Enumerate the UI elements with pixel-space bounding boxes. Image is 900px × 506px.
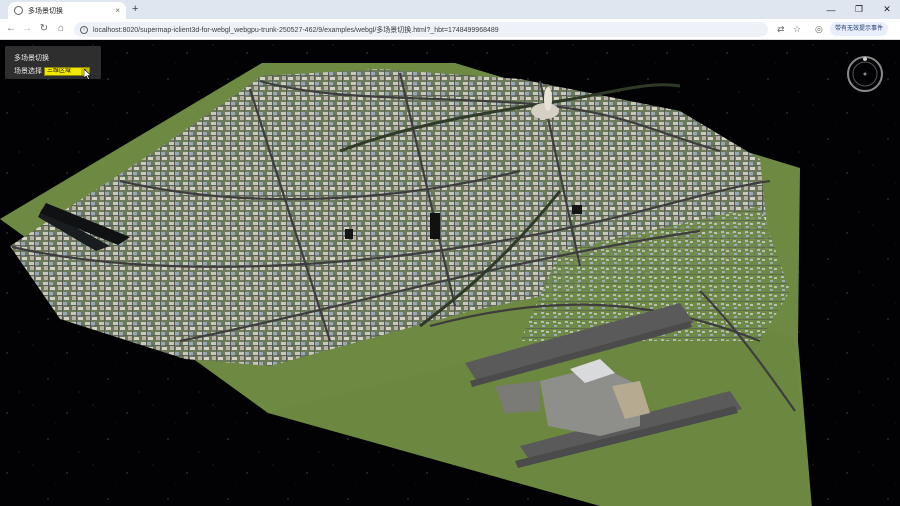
profile-button[interactable]: 带有无效提示事件 (830, 22, 888, 36)
account-icon[interactable]: ◎ (815, 23, 823, 36)
maximize-button[interactable]: ❐ (854, 4, 864, 15)
tab-bar: 多场景切换 × + — ❐ ✕ (0, 0, 900, 19)
reload-icon[interactable]: ↻ (37, 22, 51, 36)
tab-title: 多场景切换 (28, 7, 63, 15)
new-tab-button[interactable]: + (132, 2, 138, 17)
browser-toolbar: ← → ↻ ⌂ i localhost:8020/supermap-iclien… (0, 19, 900, 40)
tab-active[interactable]: 多场景切换 × (8, 2, 126, 19)
globe-icon (14, 6, 23, 15)
scene-select-value: 三维区域 (47, 67, 72, 74)
city-scene[interactable] (0, 41, 900, 506)
panel-title: 多场景切换 (14, 55, 49, 62)
mouse-cursor-icon (84, 69, 92, 80)
scene-select-label: 场景选择 (14, 68, 42, 75)
forward-icon[interactable]: → (20, 22, 34, 36)
back-icon[interactable]: ← (4, 22, 18, 36)
close-tab-icon[interactable]: × (115, 6, 120, 15)
address-bar[interactable]: i localhost:8020/supermap-iclient3d-for-… (74, 22, 768, 37)
window-controls: — ❐ ✕ (826, 0, 892, 19)
map-viewport[interactable]: 多场景切换 场景选择 三维区域 ▾ (0, 41, 900, 506)
construction-site (345, 229, 353, 239)
site-info-icon[interactable]: i (80, 25, 88, 34)
bookmark-star-icon[interactable]: ☆ (793, 23, 801, 36)
construction-site (572, 205, 582, 214)
compass-icon[interactable] (846, 55, 884, 93)
landmark-tower (544, 87, 552, 111)
translate-icon[interactable]: ⇄ (777, 23, 785, 36)
minimize-button[interactable]: — (826, 5, 836, 15)
construction-site (430, 213, 440, 239)
url-text[interactable]: localhost:8020/supermap-iclient3d-for-we… (93, 25, 499, 35)
home-icon[interactable]: ⌂ (54, 22, 68, 36)
close-window-button[interactable]: ✕ (882, 4, 892, 15)
